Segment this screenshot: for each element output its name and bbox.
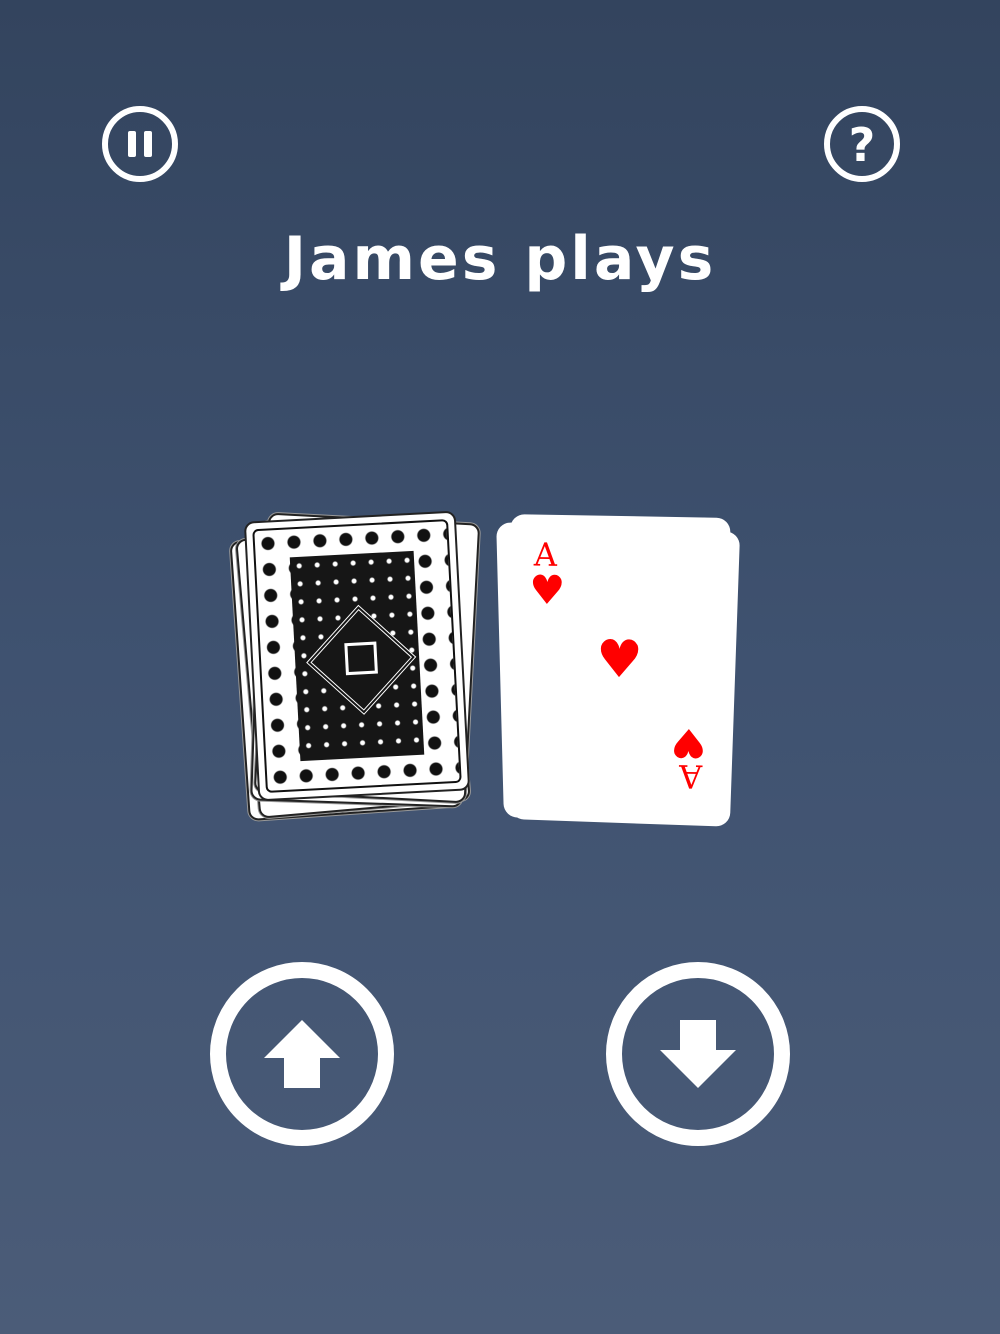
higher-button[interactable] (210, 962, 394, 1146)
top-card-back (243, 510, 471, 802)
arrow-down-icon (660, 1020, 736, 1088)
heart-icon: ♥ (595, 629, 644, 691)
card-rank-top: A (533, 535, 558, 574)
pause-icon (128, 131, 152, 157)
card-table: A ♥ ♥ A ♥ (225, 500, 765, 830)
pause-button[interactable] (102, 106, 178, 182)
heart-icon: ♥ (670, 718, 708, 766)
arrow-up-icon (264, 1020, 340, 1088)
turn-title: James plays (283, 224, 717, 294)
heart-icon: ♥ (528, 567, 566, 615)
current-card: A ♥ ♥ A ♥ (505, 514, 731, 813)
lower-button[interactable] (606, 962, 790, 1146)
medallion-ornament (306, 604, 417, 715)
question-mark-icon: ? (848, 118, 876, 172)
card-back-pattern (252, 519, 462, 793)
help-button[interactable]: ? (824, 106, 900, 182)
